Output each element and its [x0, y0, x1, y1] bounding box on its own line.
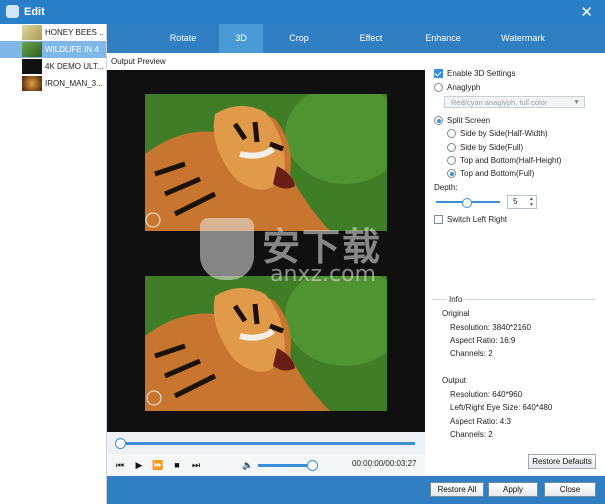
- checkbox-box[interactable]: [434, 69, 443, 78]
- anaglyph-radio[interactable]: Anaglyph: [434, 83, 480, 92]
- restore-defaults-button[interactable]: Restore Defaults: [528, 454, 596, 469]
- 3d-settings-panel: Enable 3D Settings Anaglyph Red/cyan ana…: [426, 53, 605, 476]
- tab-enhance[interactable]: Enhance: [417, 24, 469, 53]
- apply-button[interactable]: Apply: [488, 482, 538, 497]
- play-icon[interactable]: ▶: [132, 458, 146, 472]
- output-aspect-ratio: Aspect Ratio: 4:3: [450, 417, 511, 426]
- radio-circle[interactable]: [447, 169, 456, 178]
- anaglyph-dropdown[interactable]: Red/cyan anaglyph, full color ▼: [444, 96, 585, 108]
- depth-value: 5: [513, 197, 518, 206]
- file-name: 4K DEMO ULT...: [45, 62, 103, 71]
- side-by-side-half-radio[interactable]: Side by Side(Half-Width): [447, 129, 548, 138]
- tab-rotate[interactable]: Rotate: [161, 24, 205, 53]
- close-icon[interactable]: ✕: [580, 3, 593, 21]
- chevron-down-icon: ▼: [573, 99, 580, 106]
- original-label: Original: [442, 309, 470, 318]
- volume-icon[interactable]: 🔈: [241, 458, 255, 472]
- bottom-frame-image: [145, 276, 387, 411]
- checkbox-box[interactable]: [434, 215, 443, 224]
- time-display: 00:00:00/00:03:27: [352, 459, 417, 468]
- depth-label: Depth:: [434, 183, 458, 192]
- top-frame-image: [145, 94, 387, 231]
- file-thumbnail: [22, 25, 42, 40]
- output-channels: Channels: 2: [450, 430, 493, 439]
- video-preview: [107, 70, 425, 432]
- file-item-4k-demo[interactable]: 4K DEMO ULT...: [0, 58, 106, 75]
- edit-tabs: Rotate 3D Crop Effect Enhance Watermark: [107, 24, 605, 53]
- radio-circle[interactable]: [434, 83, 443, 92]
- close-button[interactable]: Close: [544, 482, 596, 497]
- seek-track[interactable]: [119, 442, 415, 445]
- radio-label: Split Screen: [447, 116, 491, 125]
- output-label: Output: [442, 376, 467, 385]
- radio-circle[interactable]: [447, 156, 456, 165]
- skip-forward-icon[interactable]: ⏭: [189, 458, 203, 472]
- output-eye-size: Left/Right Eye Size: 640*480: [450, 403, 553, 412]
- file-item-wildlife[interactable]: WILDLIFE IN 4: [0, 41, 106, 58]
- depth-slider-handle[interactable]: [462, 198, 472, 208]
- radio-label: Anaglyph: [447, 83, 481, 92]
- radio-label: Top and Bottom(Full): [460, 169, 535, 178]
- tiger-image: [145, 276, 387, 411]
- info-title: Info: [446, 295, 466, 304]
- file-name: HONEY BEES ...: [45, 28, 103, 37]
- original-resolution: Resolution: 3840*2160: [450, 323, 531, 332]
- radio-label: Top and Bottom(Half-Height): [460, 156, 562, 165]
- app-logo-icon: [6, 5, 19, 18]
- seek-handle[interactable]: [115, 438, 126, 449]
- output-preview-label: Output Preview: [111, 57, 166, 66]
- fast-forward-icon[interactable]: ⏩: [151, 458, 165, 472]
- stepper-arrows-icon[interactable]: ▲ ▼: [529, 196, 534, 208]
- tab-watermark[interactable]: Watermark: [495, 24, 551, 53]
- switch-left-right-checkbox[interactable]: Switch Left Right: [434, 215, 507, 224]
- top-bottom-half-radio[interactable]: Top and Bottom(Half-Height): [447, 156, 561, 165]
- file-item-honey-bees[interactable]: HONEY BEES ...: [0, 24, 106, 41]
- top-bottom-full-radio[interactable]: Top and Bottom(Full): [447, 169, 534, 178]
- side-by-side-full-radio[interactable]: Side by Side(Full): [447, 143, 523, 152]
- radio-label: Side by Side(Half-Width): [460, 129, 548, 138]
- window-title: Edit: [24, 6, 45, 18]
- file-name: WILDLIFE IN 4: [45, 45, 99, 54]
- original-channels: Channels: 2: [450, 349, 493, 358]
- tab-3d[interactable]: 3D: [219, 24, 263, 53]
- bottom-bar-left: [107, 476, 426, 504]
- original-aspect-ratio: Aspect Ratio: 16:9: [450, 336, 516, 345]
- dropdown-value: Red/cyan anaglyph, full color: [451, 98, 548, 107]
- checkbox-label: Enable 3D Settings: [447, 69, 516, 78]
- radio-label: Side by Side(Full): [460, 143, 524, 152]
- tiger-image: [145, 94, 387, 231]
- file-name: IRON_MAN_3...: [45, 79, 103, 88]
- title-bar: Edit ✕: [0, 0, 605, 24]
- skip-back-icon[interactable]: ⏮: [113, 458, 127, 472]
- seek-bar[interactable]: [107, 432, 425, 454]
- file-thumbnail: [22, 42, 42, 57]
- depth-stepper[interactable]: 5 ▲ ▼: [507, 195, 537, 209]
- restore-all-button[interactable]: Restore All: [430, 482, 484, 497]
- radio-circle[interactable]: [434, 116, 443, 125]
- split-screen-radio[interactable]: Split Screen: [434, 116, 490, 125]
- tab-effect[interactable]: Effect: [349, 24, 393, 53]
- file-list: HONEY BEES ... WILDLIFE IN 4 4K DEMO ULT…: [0, 24, 107, 504]
- file-item-iron-man[interactable]: IRON_MAN_3...: [0, 75, 106, 92]
- radio-circle[interactable]: [447, 143, 456, 152]
- file-thumbnail: [22, 59, 42, 74]
- checkbox-label: Switch Left Right: [447, 215, 508, 224]
- output-resolution: Resolution: 640*960: [450, 390, 523, 399]
- radio-circle[interactable]: [447, 129, 456, 138]
- tab-crop[interactable]: Crop: [277, 24, 321, 53]
- stop-icon[interactable]: ■: [170, 458, 184, 472]
- file-thumbnail: [22, 76, 42, 91]
- enable-3d-checkbox[interactable]: Enable 3D Settings: [434, 69, 516, 78]
- volume-slider-handle[interactable]: [307, 460, 318, 471]
